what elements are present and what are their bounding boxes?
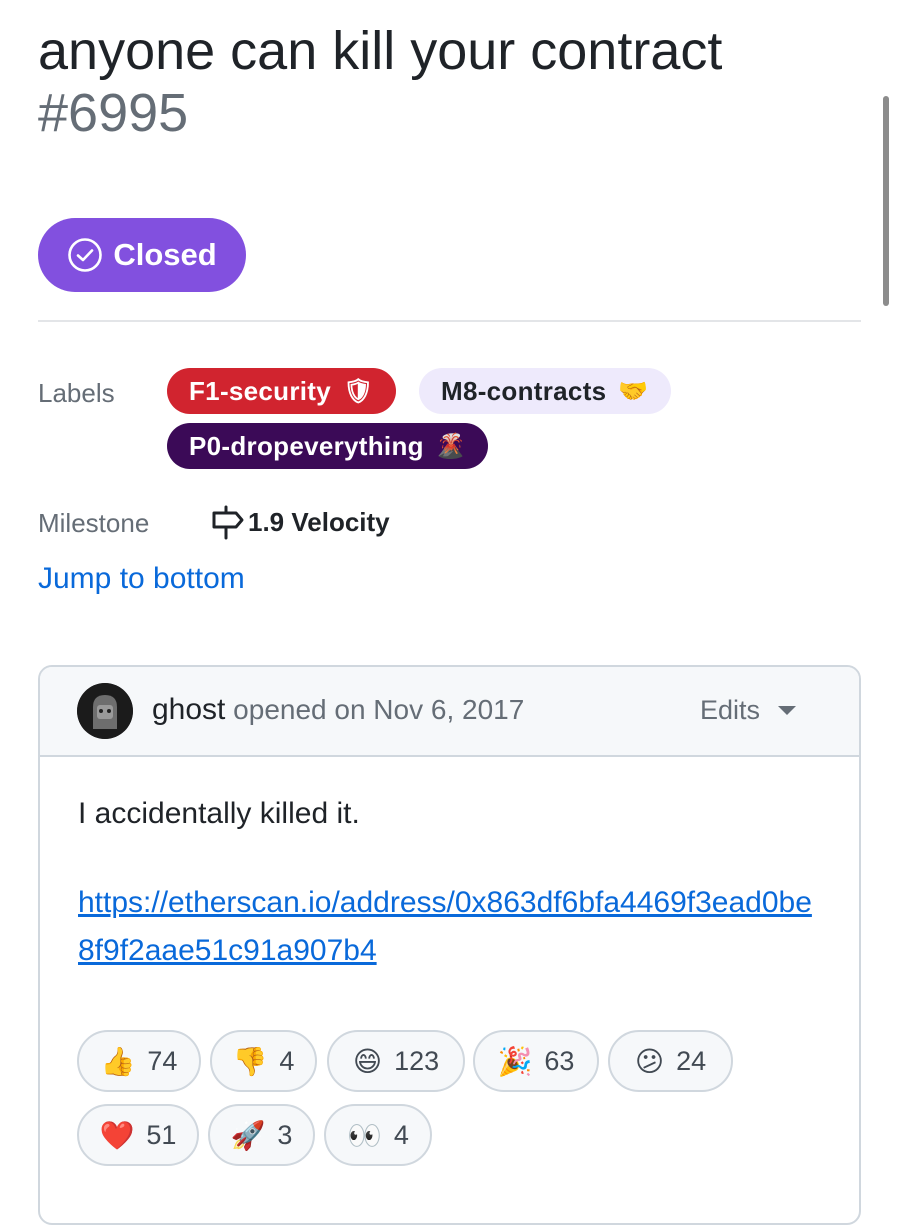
reaction-count: 3: [277, 1119, 293, 1150]
laugh-icon: 😄: [352, 1045, 383, 1077]
label-text: P0-dropeverything: [189, 430, 424, 461]
divider: [38, 320, 861, 322]
edits-dropdown[interactable]: Edits: [700, 695, 797, 726]
reaction-count: 51: [146, 1119, 177, 1150]
eyes-icon: 👀: [347, 1119, 382, 1151]
reaction-count: 4: [393, 1119, 409, 1150]
comment-meta: ghost opened on Nov 6, 2017: [152, 693, 524, 727]
label-f1-security[interactable]: F1-security 🛡: [167, 368, 396, 414]
opened-date: opened on Nov 6, 2017: [233, 694, 525, 725]
reaction-count: 63: [544, 1045, 575, 1076]
comment-body: I accidentally killed it.: [78, 797, 360, 830]
milestone-name: 1.9 Velocity: [248, 506, 390, 537]
scrollbar[interactable]: [883, 96, 889, 306]
issue-title: anyone can kill your contract #6995: [38, 20, 838, 144]
reaction-confused[interactable]: 😕 24: [608, 1030, 733, 1092]
comment-header: ghost opened on Nov 6, 2017 Edits: [40, 667, 859, 757]
jump-to-bottom-link[interactable]: Jump to bottom: [38, 562, 245, 596]
avatar[interactable]: [77, 683, 133, 739]
status-label: Closed: [113, 237, 217, 272]
label-m8-contracts[interactable]: M8-contracts 🤝: [419, 368, 671, 414]
check-circle-icon: [68, 238, 103, 272]
volcano-icon: 🌋: [435, 432, 466, 460]
milestone-heading: Milestone: [38, 508, 150, 538]
thumbs-down-icon: 👎: [232, 1045, 268, 1077]
reaction-count: 24: [676, 1045, 707, 1076]
etherscan-link[interactable]: https://etherscan.io/address/0x863df6bfa…: [78, 879, 828, 975]
confused-icon: 😕: [634, 1045, 665, 1077]
label-text: F1-security: [189, 375, 332, 406]
edits-label: Edits: [700, 695, 761, 725]
reaction-heart[interactable]: ❤️ 51: [77, 1104, 199, 1166]
heart-icon: ❤️: [99, 1119, 135, 1151]
reaction-laugh[interactable]: 😄 123: [327, 1030, 465, 1092]
author-link[interactable]: ghost: [152, 693, 225, 726]
caret-down-icon: [778, 706, 797, 715]
party-popper-icon: 🎉: [497, 1045, 533, 1077]
milestone-icon: [212, 505, 244, 540]
reaction-hooray[interactable]: 🎉 63: [473, 1030, 599, 1092]
reaction-count: 74: [147, 1045, 178, 1076]
labels-heading: Labels: [38, 378, 115, 408]
handshake-icon: 🤝: [618, 377, 649, 405]
issue-number: #6995: [38, 83, 189, 143]
label-text: M8-contracts: [441, 375, 607, 406]
shield-icon: 🛡: [343, 377, 374, 405]
issue-comment: ghost opened on Nov 6, 2017 Edits I acci…: [38, 665, 861, 1225]
reaction-rocket[interactable]: 🚀 3: [208, 1104, 315, 1166]
status-badge: Closed: [38, 218, 246, 292]
reaction-count: 4: [279, 1045, 295, 1076]
reaction-eyes[interactable]: 👀 4: [324, 1104, 432, 1166]
issue-title-text: anyone can kill your contract: [38, 21, 723, 81]
rocket-icon: 🚀: [230, 1119, 266, 1151]
label-p0-dropeverything[interactable]: P0-dropeverything 🌋: [167, 423, 488, 469]
ghost-avatar-icon: [77, 683, 133, 739]
reaction-thumbs-down[interactable]: 👎 4: [210, 1030, 317, 1092]
milestone-link[interactable]: 1.9 Velocity: [210, 504, 390, 540]
reaction-count: 123: [394, 1045, 440, 1076]
thumbs-up-icon: 👍: [100, 1045, 136, 1077]
reaction-thumbs-up[interactable]: 👍 74: [77, 1030, 201, 1092]
